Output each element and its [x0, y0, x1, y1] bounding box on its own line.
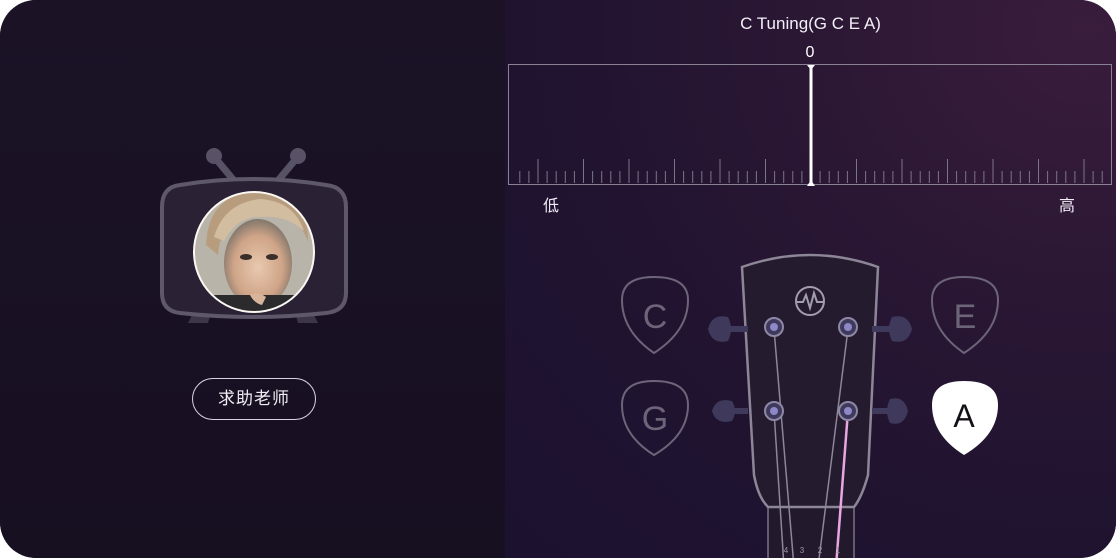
string-post-e — [838, 317, 858, 337]
pitch-meter — [508, 64, 1112, 186]
ukulele-tuner-app: 求助老师 C Tuning(G C E A) 0 低 高 4 3 2 1 C E… — [0, 0, 1116, 558]
retro-tv-icon — [160, 148, 348, 323]
tuning-peg-e[interactable] — [872, 316, 912, 342]
meter-ticks — [519, 65, 1103, 186]
pick-e[interactable]: E — [930, 275, 1000, 355]
string-number-4: 4 — [784, 546, 789, 555]
string-post-c — [764, 317, 784, 337]
pick-a[interactable]: A — [932, 381, 998, 455]
high-pitch-label: 高 — [1059, 196, 1076, 215]
low-pitch-label: 低 — [543, 196, 560, 215]
tuning-peg-c[interactable] — [708, 316, 748, 342]
meter-center-label: 0 — [805, 44, 815, 61]
string-number-1: 1 — [836, 546, 841, 555]
pick-c[interactable]: C — [620, 275, 690, 355]
tuning-title: C Tuning(G C E A) — [740, 14, 881, 33]
pick-c-label: C — [643, 298, 668, 336]
teacher-panel: 求助老师 — [0, 0, 505, 558]
meter-needle-top — [807, 65, 815, 70]
string-post-a — [838, 401, 858, 421]
pick-g[interactable]: G — [620, 379, 690, 457]
pick-g-label: G — [642, 400, 668, 438]
tuning-peg-a[interactable] — [872, 398, 908, 424]
help-teacher-button[interactable]: 求助老师 — [192, 378, 316, 420]
ukulele-headstock: 4 3 2 1 C E G A — [620, 253, 1000, 558]
tuning-peg-g[interactable] — [712, 400, 748, 422]
pick-a-label: A — [953, 398, 975, 434]
string-number-2: 2 — [818, 546, 823, 555]
string-number-3: 3 — [800, 546, 805, 555]
meter-needle-bottom — [807, 180, 815, 186]
string-post-g — [764, 401, 784, 421]
pick-e-label: E — [954, 298, 977, 336]
